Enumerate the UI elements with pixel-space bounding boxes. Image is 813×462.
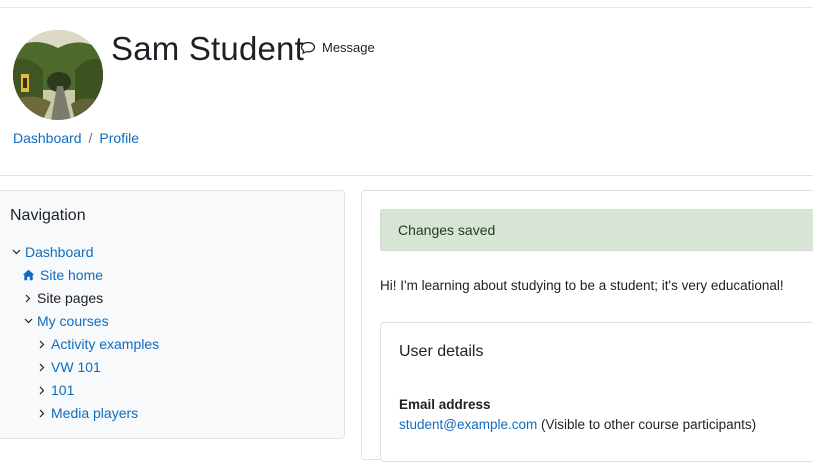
changes-saved-alert: Changes saved: [380, 209, 813, 251]
navigation-title: Navigation: [10, 207, 86, 224]
nav-item-label: My courses: [37, 313, 109, 329]
email-address-line: student@example.com (Visible to other co…: [399, 417, 756, 432]
breadcrumb-profile[interactable]: Profile: [99, 130, 139, 146]
nav-item-label: Site home: [40, 267, 104, 283]
profile-avatar: [13, 30, 103, 120]
chevron-right-icon: [36, 386, 48, 395]
nav-item-media-players[interactable]: Media players: [36, 405, 138, 421]
email-link[interactable]: student@example.com: [399, 417, 537, 432]
nav-item-label: Dashboard: [25, 244, 94, 260]
nav-item-label: 101: [51, 382, 75, 398]
header-divider: [0, 175, 813, 176]
nav-item-activity-examples[interactable]: Activity examples: [36, 336, 159, 352]
chevron-right-icon: [22, 294, 34, 303]
email-visibility-note: (Visible to other course participants): [541, 417, 757, 432]
nav-item-101[interactable]: 101: [36, 382, 74, 398]
nav-item-label: Activity examples: [51, 336, 160, 352]
nav-item-my-courses[interactable]: My courses: [22, 313, 109, 329]
profile-description: Hi! I'm learning about studying to be a …: [380, 278, 784, 293]
nav-item-site-home[interactable]: Site home: [22, 267, 103, 283]
message-label: Message: [322, 40, 375, 55]
user-name-heading: Sam Student: [111, 30, 304, 67]
top-border: [0, 7, 813, 8]
alert-message: Changes saved: [398, 222, 496, 238]
home-icon: [22, 269, 35, 281]
nav-item-site-pages[interactable]: Site pages: [22, 290, 103, 306]
chevron-down-icon: [10, 249, 22, 255]
chevron-right-icon: [36, 363, 48, 372]
user-details-title: User details: [399, 343, 484, 360]
chevron-right-icon: [36, 409, 48, 418]
message-button[interactable]: Message: [300, 40, 375, 55]
speech-bubble-icon: [300, 41, 316, 55]
nav-item-label: Media players: [51, 405, 139, 421]
breadcrumb: Dashboard / Profile: [13, 130, 139, 146]
breadcrumb-separator: /: [88, 130, 93, 146]
email-address-label: Email address: [399, 397, 491, 412]
breadcrumb-dashboard[interactable]: Dashboard: [13, 130, 82, 146]
nav-item-label: Site pages: [37, 290, 104, 306]
nav-item-dashboard[interactable]: Dashboard: [10, 244, 94, 260]
nav-item-vw-101[interactable]: VW 101: [36, 359, 101, 375]
nav-item-label: VW 101: [51, 359, 101, 375]
chevron-right-icon: [36, 340, 48, 349]
chevron-down-icon: [22, 318, 34, 324]
